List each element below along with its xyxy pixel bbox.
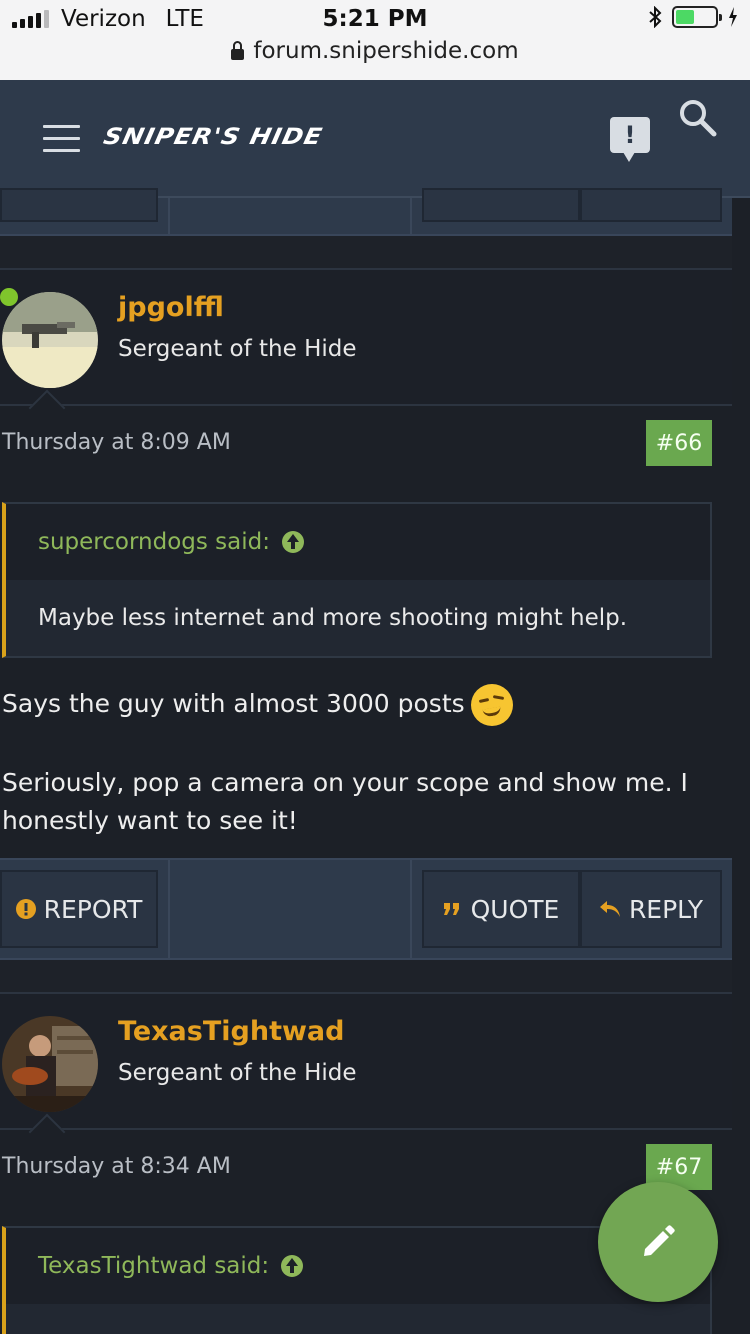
online-indicator	[0, 288, 18, 306]
site-header: SNIPER'S HIDE !	[0, 80, 750, 198]
message-line-2: Seriously, pop a camera on your scope an…	[2, 768, 688, 835]
quote-label: QUOTE	[470, 894, 560, 924]
avatar-image	[2, 292, 98, 388]
prev-reply-button[interactable]	[580, 188, 722, 222]
post-separator	[0, 236, 732, 268]
url-bar[interactable]: forum.snipershide.com	[0, 38, 750, 64]
bluetooth-icon	[649, 6, 662, 28]
prev-report-button[interactable]	[0, 188, 158, 222]
post-number[interactable]: #66	[646, 420, 712, 466]
hamburger-icon[interactable]	[43, 125, 80, 152]
avatar[interactable]	[2, 1016, 98, 1112]
post-date[interactable]: Thursday at 8:34 AM	[2, 1154, 231, 1179]
user-title: Sergeant of the Hide	[118, 336, 357, 362]
url-text: forum.snipershide.com	[253, 38, 519, 64]
quote-icon	[443, 903, 459, 915]
avatar-image	[2, 1016, 98, 1112]
report-label: REPORT	[43, 894, 143, 924]
reply-label: REPLY	[628, 894, 704, 924]
username[interactable]: TexasTightwad	[118, 1016, 344, 1047]
reply-icon	[599, 901, 620, 917]
quote-author[interactable]: supercorndogs said:	[38, 529, 270, 555]
smirk-emoji	[470, 684, 513, 726]
quote-header[interactable]: supercorndogs said:	[6, 504, 710, 580]
post-separator	[0, 960, 732, 992]
post-user-row: jpgolffl Sergeant of the Hide	[0, 268, 732, 406]
post-date[interactable]: Thursday at 8:09 AM	[2, 430, 231, 455]
quote-text: Maybe less internet and more shooting mi…	[6, 580, 710, 656]
arrow-up-icon[interactable]	[282, 531, 304, 553]
clock: 5:21 PM	[322, 6, 428, 32]
alert-icon[interactable]: !	[610, 117, 650, 162]
post-message: Says the guy with almost 3000 posts Seri…	[2, 684, 712, 840]
prev-bar-spacer	[168, 198, 412, 234]
quote-text	[6, 1304, 710, 1334]
search-icon[interactable]	[678, 98, 718, 138]
report-button[interactable]: REPORT	[0, 870, 158, 948]
pencil-icon	[644, 1225, 675, 1256]
site-logo[interactable]: SNIPER'S HIDE	[101, 123, 325, 149]
username[interactable]: jpgolffl	[118, 292, 224, 323]
status-right	[648, 6, 738, 28]
post-action-bar: REPORT QUOTE REPLY	[0, 858, 732, 960]
report-icon	[15, 899, 36, 919]
charging-icon	[729, 7, 737, 27]
user-title: Sergeant of the Hide	[118, 1060, 357, 1086]
quote-button[interactable]: QUOTE	[422, 870, 580, 948]
post-user-row: TexasTightwad Sergeant of the Hide	[0, 992, 732, 1130]
bar-spacer	[168, 860, 412, 958]
reply-button[interactable]: REPLY	[580, 870, 722, 948]
lock-icon	[231, 40, 245, 60]
prev-quote-button[interactable]	[422, 188, 580, 222]
arrow-up-icon[interactable]	[281, 1255, 304, 1277]
status-bar: Verizon LTE 5:21 PM forum.snipershide.co…	[0, 0, 750, 80]
quote-block: supercorndogs said: Maybe less internet …	[2, 502, 712, 658]
quote-author[interactable]: TexasTightwad said:	[38, 1253, 269, 1279]
compose-button[interactable]	[598, 1182, 718, 1302]
message-line-1: Says the guy with almost 3000 posts	[2, 684, 712, 726]
avatar[interactable]	[2, 292, 98, 388]
battery-icon	[672, 6, 722, 28]
prev-action-bar	[0, 188, 732, 236]
